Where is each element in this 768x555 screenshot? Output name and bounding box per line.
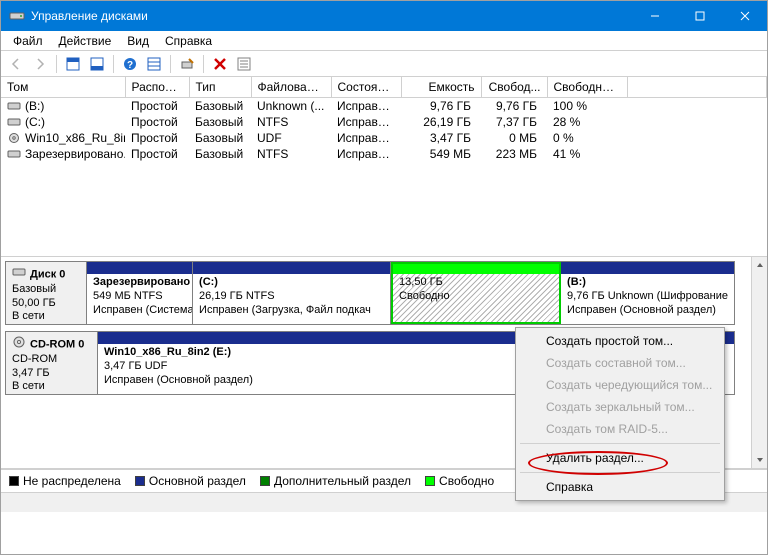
disk-name-0: Диск 0 xyxy=(30,268,65,280)
toolbar-action[interactable] xyxy=(176,53,198,75)
menu-action[interactable]: Действие xyxy=(51,32,120,50)
cm-help[interactable]: Справка xyxy=(518,476,722,498)
partition-free-selected[interactable]: 13,50 ГБ Свободно xyxy=(391,262,561,324)
window-title: Управление дисками xyxy=(31,9,632,23)
cm-delete-partition[interactable]: Удалить раздел... xyxy=(518,447,722,469)
col-pct[interactable]: Свободно % xyxy=(547,77,627,98)
cm-create-simple[interactable]: Создать простой том... xyxy=(518,330,722,352)
context-menu: Создать простой том... Создать составной… xyxy=(515,327,725,501)
col-layout[interactable]: Располо... xyxy=(125,77,189,98)
legend-swatch-free xyxy=(425,476,435,486)
cm-create-striped: Создать чередующийся том... xyxy=(518,374,722,396)
help-button[interactable]: ? xyxy=(119,53,141,75)
svg-text:?: ? xyxy=(127,60,133,71)
delete-button[interactable] xyxy=(209,53,231,75)
disk-name-cdrom: CD-ROM 0 xyxy=(30,338,84,350)
cm-create-spanned: Создать составной том... xyxy=(518,352,722,374)
table-row[interactable]: (C:)ПростойБазовыйNTFSИсправен...26,19 Г… xyxy=(1,114,767,130)
partition-b[interactable]: (B:) 9,76 ГБ Unknown (Шифрование Исправе… xyxy=(561,262,734,324)
maximize-button[interactable] xyxy=(677,1,722,31)
menu-bar: Файл Действие Вид Справка xyxy=(1,31,767,51)
app-icon xyxy=(9,8,25,24)
volume-list: Том Располо... Тип Файловая с... Состоян… xyxy=(1,77,767,257)
hdd-icon xyxy=(12,266,26,283)
forward-button[interactable] xyxy=(29,53,51,75)
toolbar-view-bottom[interactable] xyxy=(86,53,108,75)
title-bar: Управление дисками xyxy=(1,1,767,31)
close-button[interactable] xyxy=(722,1,767,31)
partition-c[interactable]: (C:) 26,19 ГБ NTFS Исправен (Загрузка, Ф… xyxy=(193,262,391,324)
col-capacity[interactable]: Емкость xyxy=(401,77,481,98)
legend-swatch-extended xyxy=(260,476,270,486)
toolbar: ? xyxy=(1,51,767,77)
menu-help[interactable]: Справка xyxy=(157,32,220,50)
menu-view[interactable]: Вид xyxy=(119,32,157,50)
col-free[interactable]: Свобод... xyxy=(481,77,547,98)
scrollbar[interactable] xyxy=(751,257,767,468)
table-row[interactable]: Win10_x86_Ru_8in...ПростойБазовыйUDFИспр… xyxy=(1,130,767,146)
disk-row-0: Диск 0 Базовый 50,00 ГБ В сети Зарезерви… xyxy=(5,261,735,325)
toolbar-settings[interactable] xyxy=(143,53,165,75)
cm-create-mirrored: Создать зеркальный том... xyxy=(518,396,722,418)
disk-label-cdrom[interactable]: CD-ROM 0 CD-ROM 3,47 ГБ В сети xyxy=(6,332,98,394)
scroll-down[interactable] xyxy=(752,452,767,468)
disk-label-0[interactable]: Диск 0 Базовый 50,00 ГБ В сети xyxy=(6,262,87,324)
legend-swatch-unalloc xyxy=(9,476,19,486)
col-state[interactable]: Состояние xyxy=(331,77,401,98)
cm-create-raid5: Создать том RAID-5... xyxy=(518,418,722,440)
col-volume[interactable]: Том xyxy=(1,77,125,98)
table-row[interactable]: Зарезервировано...ПростойБазовыйNTFSИспр… xyxy=(1,146,767,162)
table-row[interactable]: (B:)ПростойБазовыйUnknown (...Исправен..… xyxy=(1,98,767,115)
minimize-button[interactable] xyxy=(632,1,677,31)
scroll-up[interactable] xyxy=(752,257,767,273)
back-button[interactable] xyxy=(5,53,27,75)
properties-button[interactable] xyxy=(233,53,255,75)
disc-icon xyxy=(12,336,26,353)
legend-swatch-primary xyxy=(135,476,145,486)
col-fs[interactable]: Файловая с... xyxy=(251,77,331,98)
toolbar-view-top[interactable] xyxy=(62,53,84,75)
partition-system-reserved[interactable]: Зарезервировано 549 МБ NTFS Исправен (Си… xyxy=(87,262,193,324)
menu-file[interactable]: Файл xyxy=(5,32,51,50)
col-type[interactable]: Тип xyxy=(189,77,251,98)
column-headers[interactable]: Том Располо... Тип Файловая с... Состоян… xyxy=(1,77,767,98)
